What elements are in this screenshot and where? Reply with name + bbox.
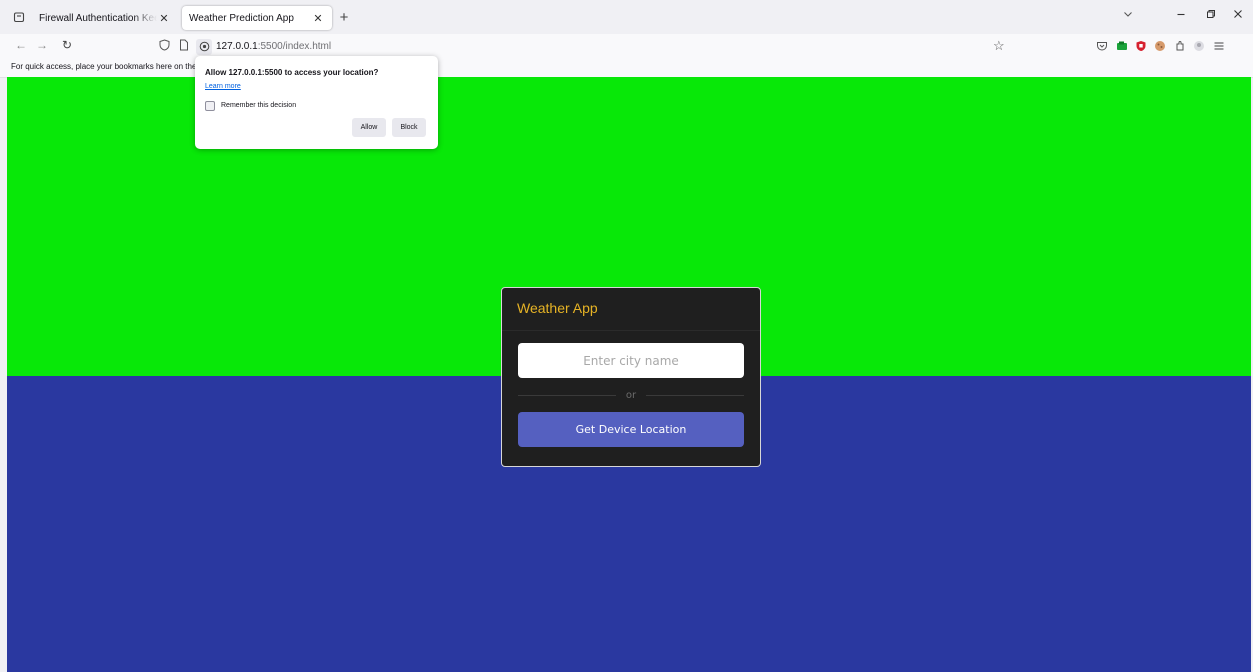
shield-icon[interactable] (156, 39, 172, 54)
minimize-icon[interactable] (1172, 8, 1190, 22)
divider-line (646, 394, 745, 396)
permission-message: Allow 127.0.0.1:5500 to access your loca… (205, 68, 379, 77)
star-icon[interactable]: ☆ (993, 38, 1005, 54)
restore-icon[interactable] (1202, 8, 1220, 22)
navigation-bar: ← → ↻ 127.0.0.1:5500/index.html ☆ (0, 34, 1253, 59)
ublock-icon[interactable] (1135, 40, 1147, 52)
account-icon[interactable] (1193, 40, 1205, 52)
extension-cookie-icon[interactable] (1154, 40, 1166, 52)
chevron-down-icon[interactable] (1119, 8, 1137, 22)
remember-label: Remember this decision (221, 102, 297, 109)
url-bar[interactable]: 127.0.0.1:5500/index.html (156, 36, 1016, 57)
weather-card: Weather App or Get Device Location (501, 287, 761, 467)
close-window-icon[interactable] (1229, 8, 1247, 22)
app-title: Weather App (517, 300, 598, 316)
bookmarks-bar: For quick access, place your bookmarks h… (0, 59, 1253, 78)
back-arrow-icon[interactable]: ← (13, 38, 29, 52)
page-icon[interactable] (176, 39, 192, 54)
pocket-icon[interactable] (1096, 40, 1108, 52)
url-path: :5500/index.html (257, 41, 332, 52)
close-icon[interactable]: ✕ (311, 12, 325, 25)
bookmarks-hint: For quick access, place your bookmarks h… (11, 62, 197, 71)
window-frame-left (0, 0, 7, 672)
close-icon[interactable]: ✕ (157, 12, 171, 25)
extensions-icon[interactable] (1174, 40, 1186, 52)
block-button[interactable]: Block (392, 118, 426, 137)
tab-weather[interactable]: Weather Prediction App ✕ (182, 6, 332, 30)
new-tab-button[interactable]: + (336, 9, 352, 26)
tab-firewall[interactable]: Firewall Authentication Keepalive W ✕ (32, 6, 178, 30)
location-permission-popup: Allow 127.0.0.1:5500 to access your loca… (195, 56, 438, 149)
url-host: 127.0.0.1 (216, 41, 258, 52)
tab-list-icon[interactable] (11, 9, 27, 25)
page-content: Weather App or Get Device Location (7, 77, 1251, 672)
remember-checkbox[interactable] (205, 101, 215, 111)
learn-more-link[interactable]: Learn more (205, 83, 241, 90)
allow-button[interactable]: Allow (352, 118, 386, 137)
city-input[interactable] (518, 343, 744, 378)
menu-icon[interactable] (1213, 40, 1225, 52)
tab-title: Firewall Authentication Keepalive W (39, 12, 157, 24)
location-permission-icon[interactable] (196, 38, 212, 55)
or-divider: or (518, 388, 745, 402)
tab-title: Weather Prediction App (189, 12, 294, 24)
forward-arrow-icon[interactable]: → (34, 38, 50, 52)
extension-green-icon[interactable] (1116, 40, 1128, 52)
tab-strip: Firewall Authentication Keepalive W ✕ We… (0, 0, 1253, 34)
or-text: or (625, 389, 637, 401)
get-device-location-button[interactable]: Get Device Location (518, 412, 744, 447)
card-header: Weather App (502, 288, 760, 331)
reload-icon[interactable]: ↻ (59, 38, 75, 52)
divider-line (518, 394, 616, 396)
